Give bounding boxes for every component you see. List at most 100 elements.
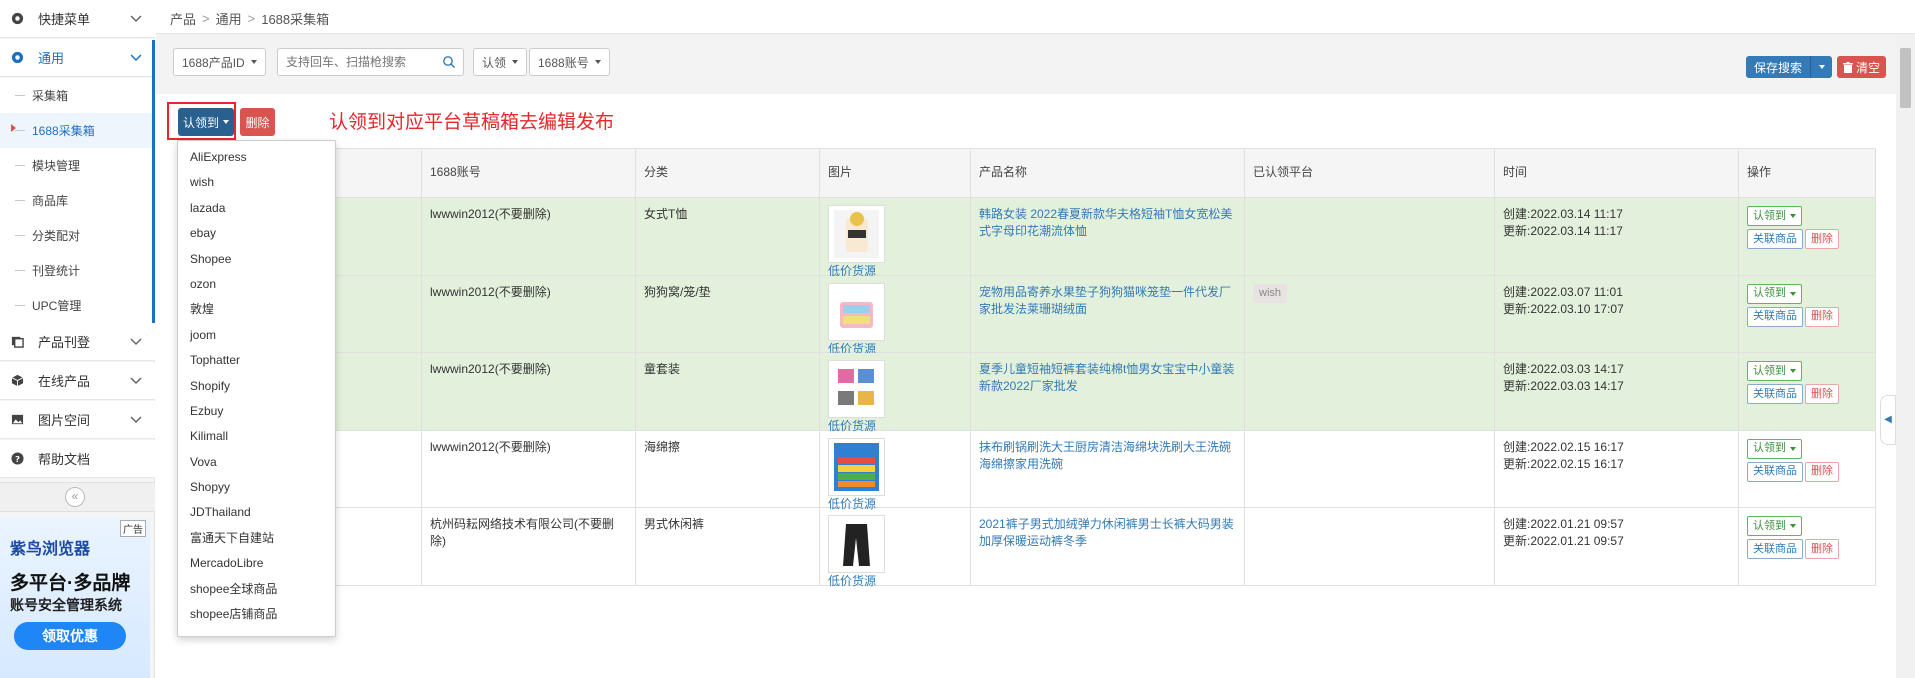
dropdown-item-platform[interactable]: shopee全球商品 xyxy=(178,577,335,602)
dropdown-item-platform[interactable]: JDThailand xyxy=(178,500,335,525)
row-actions-cell: 认领到 关联商品 删除 xyxy=(1739,508,1876,586)
row-account: lwwwin2012(不要删除) xyxy=(422,198,636,276)
dropdown-item-platform[interactable]: Shopify xyxy=(178,374,335,399)
account-select[interactable]: 1688账号 xyxy=(529,48,610,76)
dropdown-item-platform[interactable]: AliExpress xyxy=(178,145,335,170)
clear-button[interactable]: 清空 xyxy=(1837,56,1887,78)
product-name-link[interactable]: 宠物用品寄养水果垫子狗狗猫咪笼垫一件代发厂家批发法莱珊瑚绒面 xyxy=(979,284,1236,318)
product-id-select[interactable]: 1688产品ID xyxy=(173,48,266,76)
menu-image-space[interactable]: 图片空间 xyxy=(0,401,155,439)
row-delete-button[interactable]: 删除 xyxy=(1805,306,1839,327)
row-category: 狗狗窝/笼/垫 xyxy=(636,275,820,353)
row-claim-label: 认领到 xyxy=(1753,519,1786,532)
row-claim-button[interactable]: 认领到 xyxy=(1747,283,1802,304)
collapse-icon[interactable]: « xyxy=(65,487,85,507)
product-name-link[interactable]: 夏季儿童短袖短裤套装纯棉t恤男女宝宝中小童装新款2022厂家批发 xyxy=(979,361,1236,395)
table-header: 时间 xyxy=(1495,148,1739,198)
select-label: 1688产品ID xyxy=(182,55,245,70)
ad-tag[interactable]: 广告 xyxy=(120,520,146,537)
product-thumbnail[interactable] xyxy=(828,360,885,418)
row-time-cell: 创建:2022.03.03 14:17 更新:2022.03.03 14:17 xyxy=(1495,353,1739,431)
save-search-button[interactable]: 保存搜索 xyxy=(1746,56,1833,78)
updated-time: 更新:2022.01.21 09:57 xyxy=(1503,534,1624,548)
submenu-upc-manage[interactable]: UPC管理 xyxy=(0,288,155,323)
menu-label: 快捷菜单 xyxy=(38,12,91,27)
row-time-cell: 创建:2022.01.21 09:57 更新:2022.01.21 09:57 xyxy=(1495,508,1739,586)
dropdown-item-platform[interactable]: Shopyy xyxy=(178,475,335,500)
table-header: 已认领平台 xyxy=(1245,148,1495,198)
product-name-link[interactable]: 2021裤子男式加绒弹力休闲裤男士长裤大码男装加厚保暖运动裤冬季 xyxy=(979,516,1236,550)
active-indicator xyxy=(11,124,16,132)
low-price-source-link[interactable]: 低价货源 xyxy=(828,573,962,590)
row-claim-button[interactable]: 认领到 xyxy=(1747,361,1802,381)
row-delete-button[interactable]: 删除 xyxy=(1805,229,1839,249)
dropdown-item-platform[interactable]: Shopee xyxy=(178,247,335,272)
dropdown-item-platform[interactable]: ebay xyxy=(178,221,335,246)
product-thumbnail[interactable] xyxy=(828,437,885,496)
menu-quick[interactable]: 快捷菜单 xyxy=(0,0,155,38)
menu-general[interactable]: 通用 xyxy=(0,39,155,77)
ad-subtitle: 账号安全管理系统 xyxy=(10,597,122,613)
dropdown-item-platform[interactable]: joom xyxy=(178,323,335,348)
ad-title: 多平台·多品牌 xyxy=(10,573,131,594)
menu-label: 通用 xyxy=(38,51,65,66)
dropdown-item-platform[interactable]: wish xyxy=(178,170,335,195)
row-claim-button[interactable]: 认领到 xyxy=(1747,516,1802,536)
submenu-module-manage[interactable]: 模块管理 xyxy=(0,148,155,183)
row-link-product-button[interactable]: 关联商品 xyxy=(1747,461,1803,482)
sidebar-collapse[interactable]: « xyxy=(0,482,155,512)
product-thumbnail[interactable] xyxy=(828,205,885,263)
updated-time: 更新:2022.02.15 16:17 xyxy=(1503,456,1624,471)
claim-status-select[interactable]: 认领 xyxy=(473,48,528,76)
submenu-collect-box[interactable]: 采集箱 xyxy=(0,78,155,113)
breadcrumb-item[interactable]: 通用 xyxy=(216,9,242,28)
row-link-product-button[interactable]: 关联商品 xyxy=(1747,384,1803,404)
row-claim-button[interactable]: 认领到 xyxy=(1747,438,1802,459)
delete-button[interactable]: 删除 xyxy=(240,108,275,136)
row-link-product-button[interactable]: 关联商品 xyxy=(1747,539,1803,559)
menu-online-products[interactable]: 在线产品 xyxy=(0,362,155,400)
ad-banner[interactable]: 广告 紫鸟浏览器 多平台·多品牌 账号安全管理系统 领取优惠 xyxy=(0,518,150,678)
submenu-1688-collect-box[interactable]: 1688采集箱 xyxy=(0,113,155,148)
row-delete-button[interactable]: 删除 xyxy=(1805,461,1839,482)
dropdown-item-platform[interactable]: Tophatter xyxy=(178,348,335,373)
dropdown-item-platform[interactable]: 富通天下自建站 xyxy=(178,526,335,551)
dropdown-item-platform[interactable]: Ezbuy xyxy=(178,399,335,424)
gear-icon xyxy=(10,51,24,65)
submenu-category-match[interactable]: 分类配对 xyxy=(0,218,155,253)
dropdown-item-platform[interactable]: 敦煌 xyxy=(178,297,335,322)
search-box[interactable] xyxy=(277,48,464,76)
submenu-product-library[interactable]: 商品库 xyxy=(0,183,155,218)
ad-brand: 紫鸟浏览器 xyxy=(10,541,91,558)
product-name-link[interactable]: 韩路女装 2022春夏新款华夫格短袖T恤女宽松美式字母印花潮流体恤 xyxy=(979,206,1236,240)
platform-tag: wish xyxy=(1253,283,1288,303)
row-product-name-cell: 夏季儿童短袖短裤套装纯棉t恤男女宝宝中小童装新款2022厂家批发 xyxy=(971,353,1245,431)
scrollbar-thumb[interactable] xyxy=(1900,48,1911,108)
dropdown-item-platform[interactable]: ozon xyxy=(178,272,335,297)
dropdown-item-platform[interactable]: Kilimall xyxy=(178,424,335,449)
row-link-product-button[interactable]: 关联商品 xyxy=(1747,229,1803,249)
product-thumbnail[interactable] xyxy=(828,282,885,341)
breadcrumb-item[interactable]: 产品 xyxy=(170,9,196,28)
dropdown-item-platform[interactable]: shopee店铺商品 xyxy=(178,602,335,627)
product-name-link[interactable]: 抹布刷锅刷洗大王厨房清洁海绵块洗刷大王洗碗海绵擦家用洗碗 xyxy=(979,439,1236,473)
row-account: 杭州码耘网络技术有限公司(不要删除) xyxy=(422,508,636,586)
save-search-dropdown[interactable] xyxy=(1810,56,1832,78)
row-claim-button[interactable]: 认领到 xyxy=(1747,206,1802,226)
submenu-label: 1688采集箱 xyxy=(32,124,95,138)
menu-help-docs[interactable]: ? 帮助文档 xyxy=(0,440,155,478)
row-delete-button[interactable]: 删除 xyxy=(1805,539,1839,559)
menu-product-listing[interactable]: 产品刊登 xyxy=(0,323,155,361)
dropdown-item-platform[interactable]: MercadoLibre xyxy=(178,551,335,576)
row-link-product-button[interactable]: 关联商品 xyxy=(1747,306,1803,327)
side-panel-toggle[interactable]: ◀ xyxy=(1880,395,1896,445)
ad-button[interactable]: 领取优惠 xyxy=(14,622,126,650)
dropdown-item-platform[interactable]: lazada xyxy=(178,196,335,221)
row-delete-button[interactable]: 删除 xyxy=(1805,384,1839,404)
product-thumbnail[interactable] xyxy=(828,515,885,573)
dropdown-item-platform[interactable]: Vova xyxy=(178,450,335,475)
submenu-listing-stats[interactable]: 刊登统计 xyxy=(0,253,155,288)
scrollbar[interactable] xyxy=(1896,34,1915,678)
search-icon[interactable] xyxy=(442,55,456,69)
search-input[interactable] xyxy=(278,49,428,75)
